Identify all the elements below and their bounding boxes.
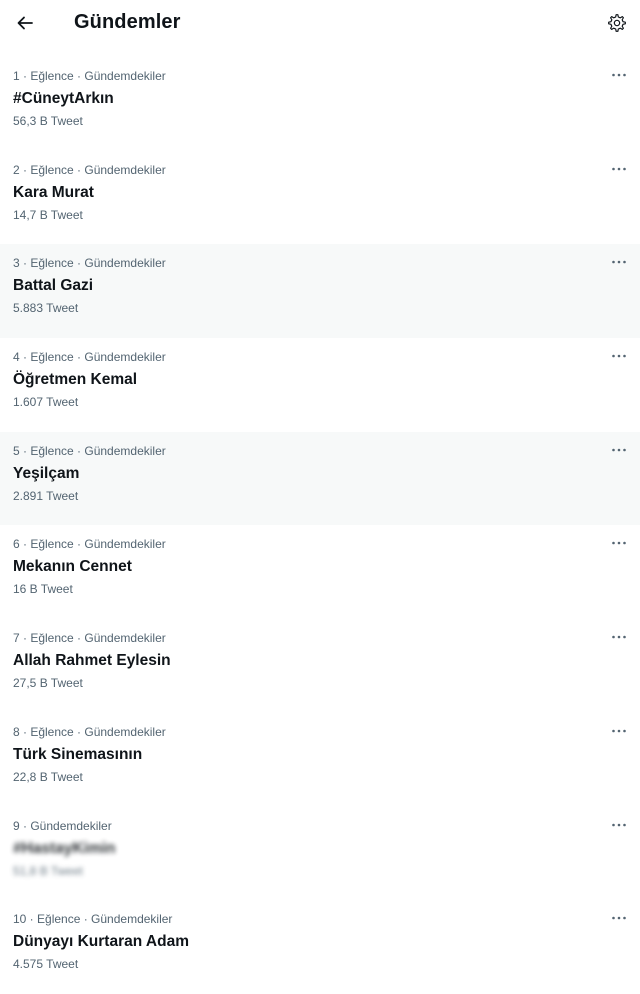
trend-tweet-count: 14,7 B Tweet [13, 207, 83, 222]
more-options-button[interactable] [608, 348, 630, 364]
trend-item[interactable]: 2 · Eğlence · Gündemdekiler Kara Murat 14,… [0, 151, 640, 245]
gear-icon [608, 14, 626, 32]
trend-name: Türk Sinemasının [13, 745, 143, 763]
more-options-button[interactable] [608, 442, 630, 458]
trend-meta: 8 · Eğlence · Gündemdekiler [13, 724, 166, 739]
more-horizontal-icon [612, 635, 626, 639]
trend-item[interactable]: 4 · Eğlence · Gündemdekiler Öğretmen Kema… [0, 338, 640, 432]
more-options-button[interactable] [608, 723, 630, 739]
trend-meta: 10 · Eğlence · Gündemdekiler [13, 912, 173, 927]
trend-tweet-count: 27,5 B Tweet [13, 676, 83, 691]
more-horizontal-icon [612, 261, 626, 264]
trend-name: Allah Rahmet Eylesin [13, 652, 171, 670]
trend-list: 1 · Eğlence · Gündemdekiler #CüneytArkın 5… [0, 57, 640, 994]
trend-item[interactable]: 5 · Eğlence · Gündemdekiler Yeşilçam 2.891… [0, 431, 640, 526]
trend-name: Öğretmen Kemal [13, 371, 138, 389]
trend-name: #HastayKimin [13, 839, 116, 857]
trend-item[interactable]: 6 · Eğlence · Gündemdekiler Mekanın Cenne… [0, 525, 640, 619]
trend-tweet-count: 1.607 Tweet [13, 395, 79, 410]
trend-meta: 6 · Eğlence · Gündemdekiler [13, 537, 166, 552]
trend-name: Kara Murat [13, 183, 94, 201]
more-options-button[interactable] [608, 817, 630, 833]
more-options-button[interactable] [608, 67, 630, 83]
trend-tweet-count: 56,3 B Tweet [13, 114, 83, 128]
more-horizontal-icon [612, 542, 626, 545]
arrow-left-icon [17, 16, 33, 30]
more-horizontal-icon [612, 167, 626, 170]
more-horizontal-icon [612, 729, 626, 733]
trend-tweet-count: 4.575 Tweet [13, 957, 79, 972]
more-horizontal-icon [612, 354, 626, 358]
trend-name: #CüneytArkın [13, 90, 114, 107]
more-horizontal-icon [612, 448, 626, 452]
trend-tweet-count: 22,8 B Tweet [13, 769, 83, 784]
trend-item[interactable]: 9 · Gündemdekiler #HastayKimin 51,8 B Twee… [0, 807, 640, 901]
trend-name: Dünyayı Kurtaran Adam [13, 933, 189, 951]
trend-item[interactable]: 7 · Eğlence · Gündemdekiler Allah Rahmet … [0, 619, 640, 713]
trend-item[interactable]: 3 · Eğlence · Gündemdekiler Battal Gazi 5.… [0, 244, 640, 339]
more-horizontal-icon [612, 916, 626, 920]
trend-meta: 9 · Gündemdekiler [13, 818, 112, 833]
trend-name: Mekanın Cennet [13, 558, 132, 576]
back-button[interactable] [10, 8, 40, 38]
trend-meta: 4 · Eğlence · Gündemdekiler [13, 350, 166, 365]
trend-item[interactable]: 1 · Eğlence · Gündemdekiler #CüneytArkın 5… [0, 57, 640, 151]
trend-tweet-count: 5.883 Tweet [13, 301, 79, 316]
more-horizontal-icon [612, 73, 626, 77]
trend-name: Battal Gazi [13, 277, 94, 295]
more-options-button[interactable] [608, 535, 630, 551]
settings-button[interactable] [603, 9, 631, 37]
page-title: Gündemler [74, 11, 181, 33]
trend-meta: 1 · Eğlence · Gündemdekiler [13, 69, 166, 83]
trend-name: Yeşilçam [13, 464, 80, 482]
trend-tweet-count: 16 B Tweet [13, 582, 73, 597]
trend-meta: 7 · Eğlence · Gündemdekiler [13, 631, 166, 646]
page-header: Gündemler [0, 0, 640, 48]
trend-tweet-count: 51,8 B Tweet [13, 863, 83, 878]
more-options-button[interactable] [608, 161, 630, 177]
trend-meta: 2 · Eğlence · Gündemdekiler [13, 162, 166, 177]
more-options-button[interactable] [608, 254, 630, 270]
trend-meta: 3 · Eğlence · Gündemdekiler [13, 256, 166, 271]
more-horizontal-icon [612, 823, 626, 826]
trend-tweet-count: 2.891 Tweet [13, 488, 79, 503]
more-options-button[interactable] [608, 629, 630, 645]
trend-item[interactable]: 10 · Eğlence · Gündemdekiler Dünyayı Kurt… [0, 900, 640, 994]
trend-item[interactable]: 8 · Eğlence · Gündemdekiler Türk Sineması… [0, 713, 640, 807]
more-options-button[interactable] [608, 910, 630, 926]
trend-meta: 5 · Eğlence · Gündemdekiler [13, 443, 166, 458]
